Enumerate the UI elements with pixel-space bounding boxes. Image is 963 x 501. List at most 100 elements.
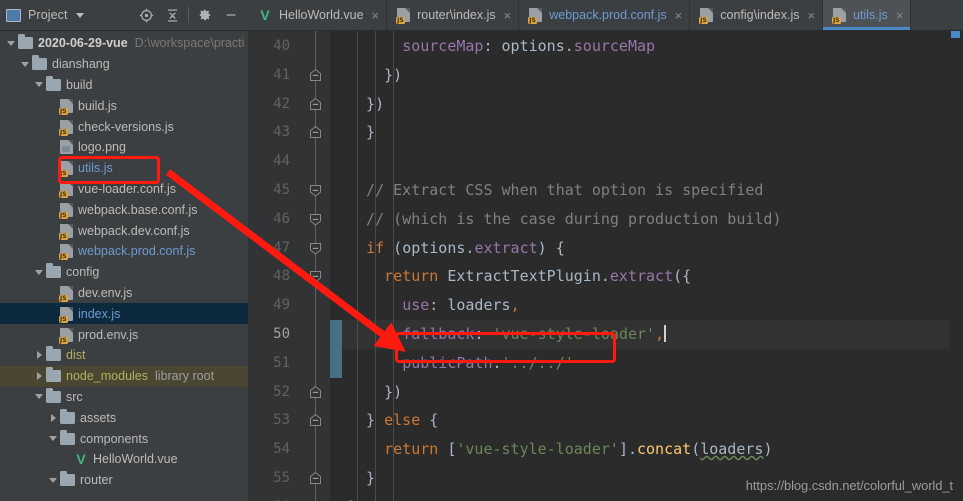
close-icon[interactable]: × — [675, 9, 683, 22]
tree-item[interactable]: index.js — [0, 303, 248, 325]
code-line[interactable]: }) — [342, 90, 949, 119]
chevron-down-icon[interactable] — [46, 436, 60, 442]
fold-cell[interactable] — [300, 176, 330, 205]
tree-item[interactable]: assets — [0, 407, 248, 428]
chevron-down-icon[interactable] — [32, 394, 46, 400]
code-token: options — [402, 238, 466, 257]
code-token: else — [384, 411, 421, 430]
editor-tab[interactable]: V HelloWorld.vue × — [248, 0, 388, 30]
editor-tab[interactable]: webpack.prod.conf.js × — [519, 0, 691, 30]
code-line[interactable]: return ['vue-style-loader'].concat(loade… — [342, 435, 949, 464]
fold-cell[interactable] — [300, 406, 330, 435]
fold-end-icon[interactable] — [309, 385, 322, 399]
chevron-down-icon[interactable] — [75, 12, 84, 18]
fold-cell[interactable] — [300, 61, 330, 90]
chevron-right-icon[interactable] — [32, 351, 46, 360]
tree-item[interactable]: dianshang — [0, 54, 248, 75]
change-marker[interactable] — [330, 348, 342, 378]
tree-item[interactable]: src — [0, 387, 248, 408]
code-line[interactable]: } — [342, 118, 949, 147]
code-line[interactable]: } else { — [342, 406, 949, 435]
code-line[interactable]: }) — [342, 61, 949, 90]
code-line[interactable]: }) — [342, 378, 949, 407]
main-area: 2020-06-29-vue D:\workspace\practi diansha… — [0, 31, 963, 501]
chevron-down-icon[interactable] — [4, 40, 18, 46]
code-line[interactable]: } — [342, 493, 949, 501]
chevron-down-icon[interactable] — [32, 82, 46, 88]
tree-item[interactable]: utils.js — [0, 158, 248, 179]
locate-icon[interactable] — [133, 2, 159, 28]
code-line[interactable]: // (which is the case during production … — [342, 205, 949, 234]
settings-gear-icon[interactable] — [192, 2, 218, 28]
hide-panel-icon[interactable] — [218, 2, 244, 28]
code-line[interactable]: } — [342, 464, 949, 493]
fold-collapse-icon[interactable] — [309, 213, 322, 226]
code-content[interactable]: sourceMap: options.sourceMap }) }) } // … — [342, 31, 949, 501]
tree-item[interactable]: router — [0, 470, 248, 491]
chevron-down-icon[interactable] — [46, 477, 60, 483]
change-gutter-cell — [330, 90, 342, 119]
code-line[interactable]: return ExtractTextPlugin.extract({ — [342, 262, 949, 291]
fold-collapse-icon[interactable] — [309, 242, 322, 255]
line-number: 45 — [273, 181, 290, 198]
tree-item[interactable]: node_modules library root — [0, 365, 248, 387]
chevron-down-icon[interactable] — [18, 61, 32, 67]
editor-tab[interactable]: utils.js × — [823, 0, 912, 30]
fold-cell[interactable] — [300, 493, 330, 501]
fold-cell[interactable] — [300, 262, 330, 291]
editor-tab[interactable]: config\index.js × — [690, 0, 824, 30]
project-tree[interactable]: 2020-06-29-vue D:\workspace\practi diansha… — [0, 31, 248, 501]
editor-scrollbar[interactable] — [949, 31, 963, 501]
code-line[interactable]: if (options.extract) { — [342, 234, 949, 263]
fold-end-icon[interactable] — [309, 414, 322, 427]
tree-item[interactable]: prod.env.js — [0, 324, 248, 345]
close-icon[interactable]: × — [504, 9, 512, 22]
tree-item[interactable]: logo.png — [0, 137, 248, 158]
fold-cell[interactable] — [300, 464, 330, 493]
change-marker[interactable] — [330, 319, 342, 349]
fold-cell[interactable] — [300, 234, 330, 263]
code-folding-gutter[interactable] — [300, 31, 330, 501]
fold-cell[interactable] — [300, 118, 330, 147]
tree-item[interactable]: 2020-06-29-vue D:\workspace\practi — [0, 33, 248, 54]
code-line[interactable] — [342, 147, 949, 176]
code-editor[interactable]: 40 41 42 43 44 45 46 47 48 49 50 51 52 53 54 55 56 sourc… — [248, 31, 963, 501]
chevron-down-icon[interactable] — [32, 269, 46, 275]
chevron-right-icon[interactable] — [32, 372, 46, 381]
code-line[interactable]: publicPath:'../../' — [342, 349, 949, 378]
fold-collapse-icon[interactable] — [309, 270, 322, 284]
close-icon[interactable]: × — [896, 9, 904, 22]
fold-cell[interactable] — [300, 378, 330, 407]
code-line[interactable]: sourceMap: options.sourceMap — [342, 32, 949, 61]
close-icon[interactable]: × — [372, 9, 380, 22]
tree-item[interactable]: vue-loader.conf.js — [0, 179, 248, 200]
tree-item[interactable]: webpack.dev.conf.js — [0, 220, 248, 241]
tree-item[interactable]: config — [0, 262, 248, 283]
line-number: 47 — [273, 239, 290, 256]
tree-item[interactable]: components — [0, 428, 248, 449]
code-token: publicPath — [402, 353, 493, 372]
fold-end-icon[interactable] — [309, 126, 322, 139]
tree-item[interactable]: dev.env.js — [0, 283, 248, 304]
close-icon[interactable]: × — [807, 9, 815, 22]
editor-tab[interactable]: router\index.js × — [387, 0, 520, 30]
fold-end-icon[interactable] — [309, 97, 322, 111]
chevron-right-icon[interactable] — [46, 413, 60, 422]
tree-item[interactable]: dist — [0, 345, 248, 366]
fold-cell[interactable] — [300, 205, 330, 234]
tree-item[interactable]: webpack.prod.conf.js — [0, 241, 248, 262]
tree-item[interactable]: V HelloWorld.vue — [0, 449, 248, 470]
code-line[interactable]: fallback: 'vue-style-loader', — [342, 319, 949, 349]
fold-end-icon[interactable] — [309, 471, 322, 485]
tree-item[interactable]: build — [0, 75, 248, 96]
code-line[interactable]: // Extract CSS when that option is speci… — [342, 176, 949, 205]
collapse-all-icon[interactable] — [159, 2, 185, 28]
scrollbar-thumb[interactable] — [951, 31, 960, 38]
fold-cell[interactable] — [300, 90, 330, 119]
tree-item[interactable]: check-versions.js — [0, 116, 248, 137]
fold-collapse-icon[interactable] — [309, 184, 322, 197]
code-line[interactable]: use: loaders, — [342, 291, 949, 320]
fold-end-icon[interactable] — [309, 68, 322, 82]
tree-item[interactable]: build.js — [0, 95, 248, 116]
tree-item[interactable]: webpack.base.conf.js — [0, 199, 248, 220]
